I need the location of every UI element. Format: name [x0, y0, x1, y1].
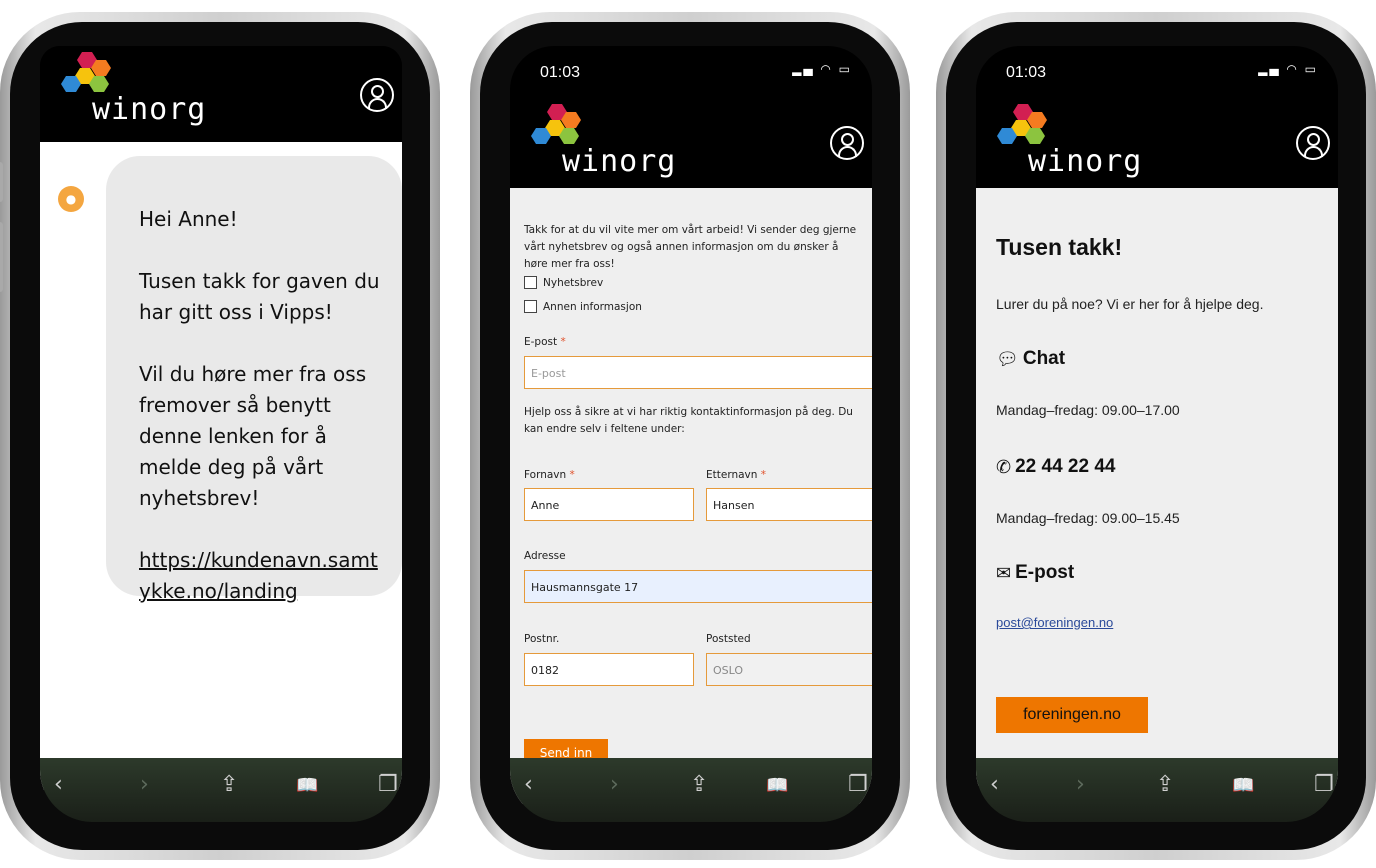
poststed-field: OSLO — [706, 653, 872, 686]
help-text: Hjelp oss å sikre at vi har riktig konta… — [524, 406, 853, 435]
signup-form: Takk for at du vil vite mer om vårt arbe… — [510, 188, 872, 804]
browser-toolbar: ‹ › ⇪ 📖 ❐ — [40, 758, 402, 822]
side-button — [0, 162, 3, 202]
address-field[interactable]: Hausmannsgate 17 — [524, 570, 872, 603]
logo-text: winorg — [1028, 144, 1143, 179]
other-info-label: Annen informasjon — [543, 300, 642, 313]
back-icon[interactable]: ‹ — [54, 772, 63, 797]
email-field[interactable]: E-post — [524, 356, 872, 389]
bookmarks-icon[interactable]: 📖 — [1232, 775, 1254, 796]
lastname-label: Etternavn * — [706, 469, 767, 481]
tabs-icon[interactable]: ❐ — [1314, 772, 1334, 797]
phone-bezel: winorg ● Hei Anne! Tusen takk for gaven … — [10, 22, 430, 850]
tabs-icon[interactable]: ❐ — [378, 772, 398, 797]
chat-view: ● Hei Anne! Tusen takk for gaven du har … — [40, 142, 402, 790]
newsletter-checkbox[interactable] — [524, 276, 537, 289]
message-greeting: Hei Anne! — [139, 207, 238, 231]
phone-screen: 01:03 ▂▄ ◠ ▭ winorg Tusen takk! Lurer du… — [976, 46, 1338, 822]
app-header: winorg — [510, 100, 872, 188]
logo-text: winorg — [562, 144, 677, 179]
bookmarks-icon[interactable]: 📖 — [296, 775, 318, 796]
page-title: Tusen takk! — [996, 234, 1123, 260]
status-bar: 01:03 ▂▄ ◠ ▭ — [510, 46, 872, 100]
postnr-label: Postnr. — [524, 633, 560, 645]
status-time: 01:03 — [1006, 64, 1047, 81]
side-button — [0, 222, 3, 292]
chat-hours: Mandag–fredag: 09.00–17.00 — [996, 402, 1180, 418]
message-thanks: Tusen takk for gaven du har gitt oss i V… — [139, 269, 380, 324]
poststed-label: Poststed — [706, 633, 751, 645]
firstname-field[interactable]: Anne — [524, 488, 694, 521]
phone-screen: winorg ● Hei Anne! Tusen takk for gaven … — [40, 46, 402, 822]
app-header: winorg — [976, 100, 1338, 188]
phone-frame-1: winorg ● Hei Anne! Tusen takk for gaven … — [0, 12, 440, 860]
chat-bubble-icon: 💬︎ — [996, 348, 1019, 369]
signal-wifi-battery-icon: ▂▄ ◠ ▭ — [1258, 62, 1318, 76]
back-icon[interactable]: ‹ — [524, 772, 533, 797]
user-account-icon[interactable] — [830, 126, 864, 160]
lastname-field[interactable]: Hansen — [706, 488, 872, 521]
phone-hours: Mandag–fredag: 09.00–15.45 — [996, 510, 1180, 526]
forward-icon[interactable]: › — [1076, 772, 1085, 797]
firstname-label: Fornavn * — [524, 469, 575, 481]
postnr-field[interactable]: 0182 — [524, 653, 694, 686]
browser-toolbar: ‹ › ⇪ 📖 ❐ — [510, 758, 872, 822]
share-icon[interactable]: ⇪ — [690, 772, 708, 797]
phone-frame-3: 01:03 ▂▄ ◠ ▭ winorg Tusen takk! Lurer du… — [936, 12, 1376, 860]
status-time: 01:03 — [540, 64, 581, 81]
app-header: winorg — [40, 46, 402, 142]
back-icon[interactable]: ‹ — [990, 772, 999, 797]
phone-icon: ✆ — [996, 456, 1012, 477]
phone-frame-2: 01:03 ▂▄ ◠ ▭ winorg Takk for at du vil v… — [470, 12, 910, 860]
notch — [596, 46, 786, 78]
newsletter-label: Nyhetsbrev — [543, 276, 604, 289]
message-invite: Vil du høre mer fra oss fremover så beny… — [139, 362, 367, 510]
help-subtitle: Lurer du på noe? Vi er her for å hjelpe … — [996, 296, 1264, 312]
avatar-icon: ● — [58, 186, 84, 212]
phone-heading: ✆ 22 44 22 44 — [996, 456, 1116, 477]
share-icon[interactable]: ⇪ — [1156, 772, 1174, 797]
signup-link[interactable]: https://kundenavn.samtykke.no/landing — [139, 548, 378, 603]
phone-bezel: 01:03 ▂▄ ◠ ▭ winorg Takk for at du vil v… — [480, 22, 900, 850]
chat-heading: 💬︎ Chat — [996, 348, 1066, 369]
forward-icon[interactable]: › — [140, 772, 149, 797]
envelope-icon: ✉ — [996, 562, 1012, 583]
email-label: E-post * — [524, 336, 566, 348]
address-label: Adresse — [524, 550, 566, 562]
website-button[interactable]: foreningen.no — [996, 697, 1148, 733]
logo-text: winorg — [92, 92, 207, 127]
status-bar: 01:03 ▂▄ ◠ ▭ — [976, 46, 1338, 100]
other-info-checkbox[interactable] — [524, 300, 537, 313]
signal-wifi-battery-icon: ▂▄ ◠ ▭ — [792, 62, 852, 76]
share-icon[interactable]: ⇪ — [220, 772, 238, 797]
user-account-icon[interactable] — [1296, 126, 1330, 160]
form-intro: Takk for at du vil vite mer om vårt arbe… — [524, 224, 857, 270]
bookmarks-icon[interactable]: 📖 — [766, 775, 788, 796]
email-heading: ✉ E-post — [996, 562, 1075, 583]
message-bubble: Hei Anne! Tusen takk for gaven du har gi… — [106, 156, 402, 603]
browser-toolbar: ‹ › ⇪ 📖 ❐ — [976, 758, 1338, 822]
thank-you-view: Tusen takk! Lurer du på noe? Vi er her f… — [976, 188, 1338, 786]
phone-screen: 01:03 ▂▄ ◠ ▭ winorg Takk for at du vil v… — [510, 46, 872, 822]
notch — [1062, 46, 1252, 78]
forward-icon[interactable]: › — [610, 772, 619, 797]
user-account-icon[interactable] — [360, 78, 394, 112]
tabs-icon[interactable]: ❐ — [848, 772, 868, 797]
email-link[interactable]: post@foreningen.no — [996, 615, 1113, 630]
phone-bezel: 01:03 ▂▄ ◠ ▭ winorg Tusen takk! Lurer du… — [946, 22, 1366, 850]
other-info-checkbox-row[interactable]: Annen informasjon — [524, 300, 642, 313]
newsletter-checkbox-row[interactable]: Nyhetsbrev — [524, 276, 603, 289]
